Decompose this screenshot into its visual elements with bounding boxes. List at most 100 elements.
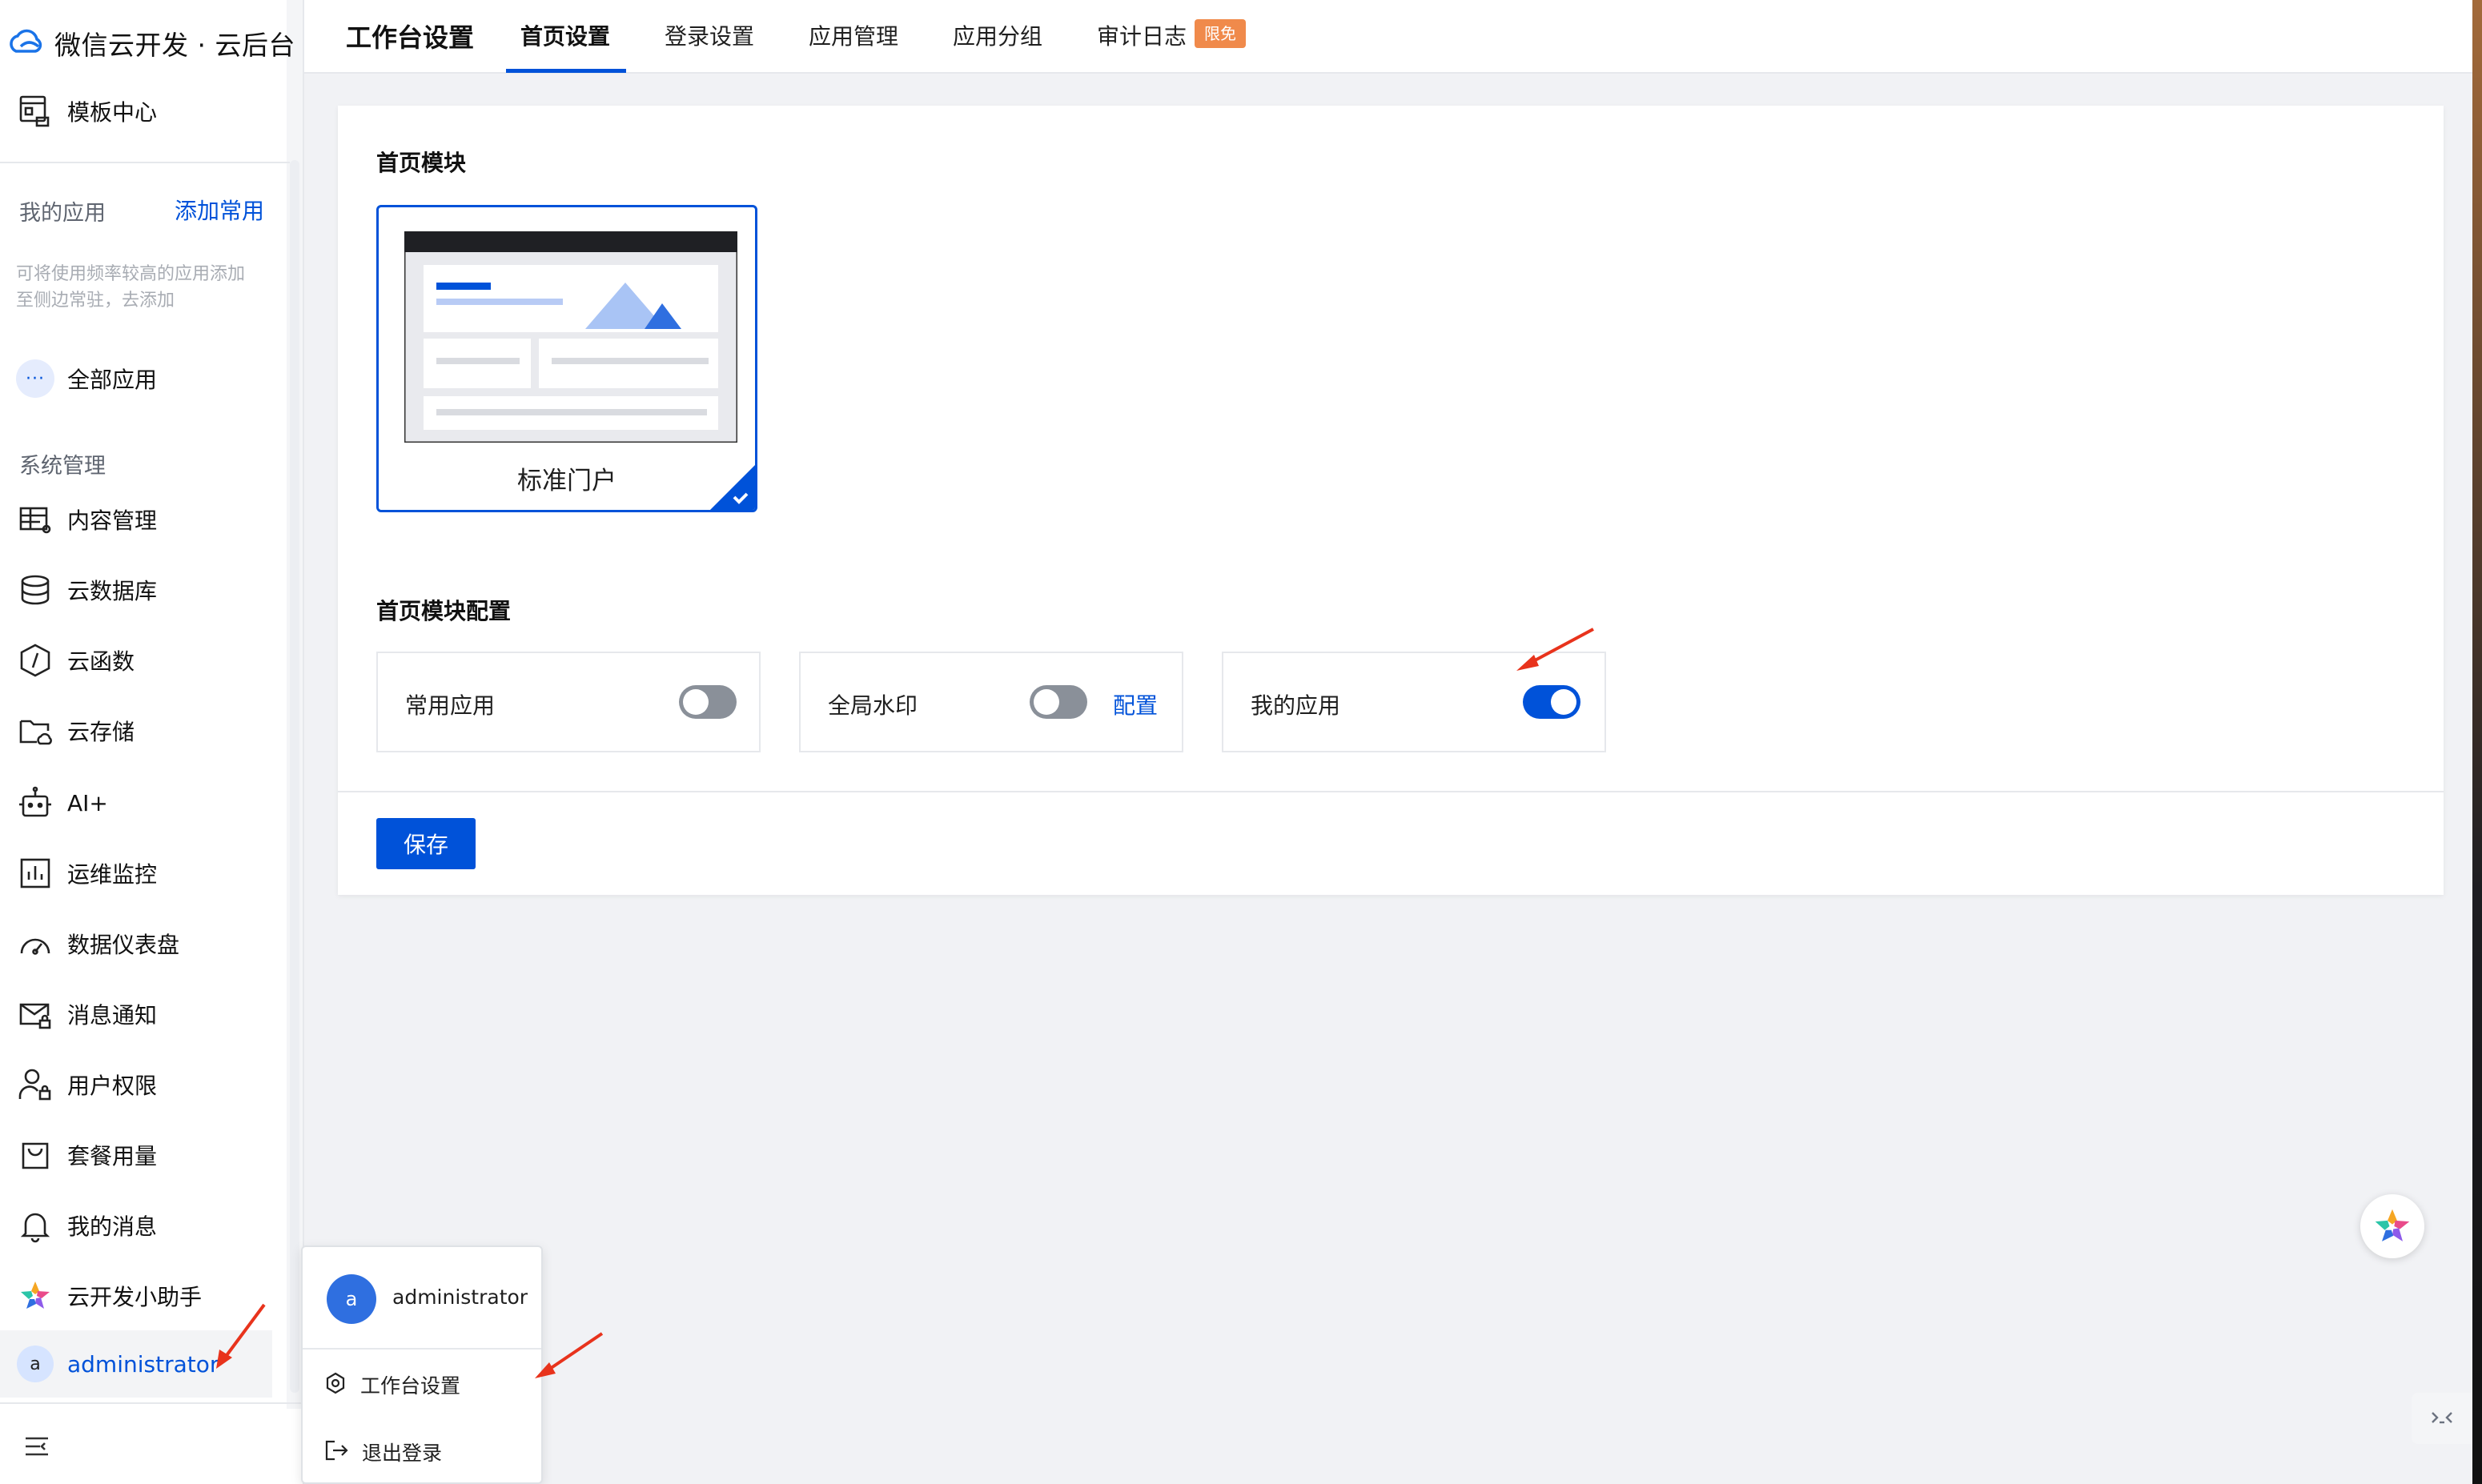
watermark-config-link[interactable]: 配置 — [1113, 688, 1158, 720]
sidebar-item-ai[interactable]: AI+ — [16, 776, 272, 829]
template-card-standard-portal[interactable]: 标准门户 — [376, 205, 757, 512]
top-bar: 工作台设置 首页设置 登录设置 应用管理 应用分组 审计日志 限免 — [304, 0, 2472, 74]
config-global-watermark: 全局水印 配置 — [799, 652, 1183, 752]
sidebar-item-label: 数据仪表盘 — [67, 932, 180, 958]
sidebar-item-function[interactable]: 云函数 — [16, 634, 272, 687]
assistant-icon — [2375, 1209, 2410, 1241]
sidebar-item-storage[interactable]: 云存储 — [16, 704, 272, 757]
settings-card: 首页模块 标准门户 首页模块配置 常用应用 全局水印 配置 我的应用 保存 — [338, 106, 2444, 895]
selected-check-icon — [710, 465, 755, 510]
active-tab-indicator — [506, 69, 626, 73]
system-management-title: 系统管理 — [19, 454, 106, 479]
sidebar-item-notifications[interactable]: 消息通知 — [16, 988, 272, 1041]
sidebar-item-label: 内容管理 — [67, 507, 158, 534]
avatar: a — [327, 1274, 376, 1324]
menu-item-workbench-settings[interactable]: 工作台设置 — [323, 1367, 460, 1402]
toggle-knob — [1551, 689, 1576, 715]
card-divider — [338, 791, 2444, 792]
menu-item-label: 退出登录 — [362, 1442, 443, 1465]
my-apps-toggle[interactable] — [1523, 685, 1580, 719]
sidebar-item-label: 云函数 — [67, 648, 135, 675]
cloud-logo-icon — [6, 26, 46, 61]
annotation-arrow-my-apps — [1516, 628, 1594, 671]
avatar: a — [17, 1346, 54, 1382]
config-label: 常用应用 — [405, 692, 496, 719]
collapse-sidebar-icon[interactable] — [22, 1434, 51, 1462]
sidebar-scrollbar[interactable] — [287, 0, 303, 1409]
module-config-title: 首页模块配置 — [376, 598, 512, 624]
sidebar-item-label: 云数据库 — [67, 578, 158, 604]
toggle-knob — [1034, 689, 1059, 715]
gear-icon — [323, 1371, 347, 1398]
bell-icon — [16, 1206, 54, 1245]
assistant-icon — [16, 1277, 54, 1315]
free-badge: 限免 — [1195, 19, 1246, 48]
config-label: 全局水印 — [828, 692, 918, 719]
robot-icon — [16, 784, 54, 822]
home-module-title: 首页模块 — [376, 150, 467, 176]
user-lock-icon — [16, 1065, 54, 1104]
add-common-link[interactable]: 添加常用 — [175, 194, 264, 226]
page-title: 工作台设置 — [346, 22, 475, 53]
tab-home-settings[interactable]: 首页设置 — [520, 19, 610, 51]
sidebar-item-monitoring[interactable]: 运维监控 — [16, 847, 272, 900]
sidebar-item-permissions[interactable]: 用户权限 — [16, 1058, 272, 1111]
template-icon — [16, 92, 54, 130]
sidebar-item-all-apps[interactable]: ··· 全部应用 — [16, 352, 272, 405]
sidebar-item-label: 我的消息 — [67, 1213, 158, 1240]
sidebar-item-label: 运维监控 — [67, 861, 158, 888]
sidebar-item-database[interactable]: 云数据库 — [16, 564, 272, 616]
config-common-apps: 常用应用 — [376, 652, 761, 752]
my-apps-hint: 可将使用频率较高的应用添加至侧边常驻，去添加 — [16, 264, 246, 311]
more-icon: ··· — [16, 359, 54, 398]
sidebar-item-label: 云存储 — [67, 719, 135, 745]
sidebar-item-label: 用户权限 — [67, 1073, 158, 1099]
sidebar-item-label: 消息通知 — [67, 1002, 158, 1029]
gauge-icon — [16, 924, 54, 963]
sidebar-item-label: 云开发小助手 — [67, 1284, 203, 1310]
sidebar-bottom-divider — [0, 1402, 304, 1404]
my-apps-title: 我的应用 — [19, 201, 106, 226]
brand-name: 微信云开发 · 云后台 — [54, 30, 295, 61]
sidebar-item-usage[interactable]: 套餐用量 — [16, 1129, 272, 1181]
sidebar-item-label: 模板中心 — [67, 99, 158, 126]
annotation-arrow-administrator — [216, 1303, 266, 1369]
sidebar-item-template-center[interactable]: 模板中心 — [16, 85, 272, 138]
popup-divider — [303, 1348, 541, 1350]
tab-app-groups[interactable]: 应用分组 — [953, 19, 1042, 51]
save-button[interactable]: 保存 — [376, 818, 476, 869]
database-icon — [16, 571, 54, 609]
assistant-float-button[interactable] — [2360, 1194, 2424, 1258]
sidebar-item-content[interactable]: 内容管理 — [16, 493, 272, 546]
portal-preview-illustration — [404, 231, 737, 443]
avatar-wrapper: a — [16, 1345, 54, 1383]
mail-lock-icon — [16, 995, 54, 1033]
sidebar: 微信云开发 · 云后台 模板中心 我的应用 添加常用 可将使用频率较高的应用添加… — [0, 0, 304, 1484]
brand[interactable]: 微信云开发 · 云后台 — [6, 22, 295, 64]
code-icon — [2432, 1412, 2452, 1424]
menu-item-label: 工作台设置 — [360, 1374, 461, 1398]
logout-icon — [323, 1438, 349, 1466]
user-name: administrator — [67, 1350, 219, 1378]
toggle-knob — [683, 689, 709, 715]
sidebar-item-my-messages[interactable]: 我的消息 — [16, 1199, 272, 1252]
popup-user-name: administrator — [392, 1285, 528, 1309]
tab-audit-log[interactable]: 审计日志 — [1097, 19, 1187, 51]
window-edge — [2472, 0, 2482, 1484]
watermark-toggle[interactable] — [1030, 685, 1087, 719]
menu-item-logout[interactable]: 退出登录 — [323, 1434, 442, 1470]
annotation-arrow-workbench-settings — [535, 1332, 604, 1378]
sidebar-item-label: 套餐用量 — [67, 1143, 158, 1169]
sidebar-item-dashboard[interactable]: 数据仪表盘 — [16, 917, 272, 970]
user-popup-menu: a administrator 工作台设置 退出登录 — [301, 1245, 543, 1484]
bag-icon — [16, 1136, 54, 1174]
sidebar-divider — [0, 162, 290, 163]
tab-login-settings[interactable]: 登录设置 — [665, 19, 754, 51]
bar-chart-icon — [16, 854, 54, 892]
sidebar-item-label: 全部应用 — [67, 367, 158, 393]
config-label: 我的应用 — [1251, 692, 1341, 719]
tab-app-management[interactable]: 应用管理 — [809, 19, 898, 51]
dev-tools-button[interactable] — [2412, 1393, 2472, 1444]
function-icon — [16, 641, 54, 680]
common-apps-toggle[interactable] — [679, 685, 737, 719]
